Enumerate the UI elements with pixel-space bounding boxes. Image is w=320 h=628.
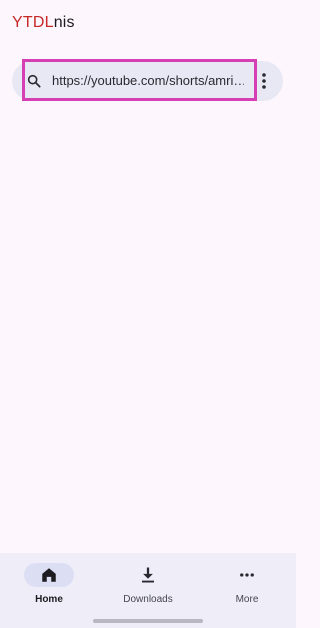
nav-label-downloads: Downloads [123, 594, 173, 605]
nav-label-home: Home [35, 594, 63, 605]
home-icon [40, 566, 58, 584]
app-title-brand: YTDL [12, 14, 54, 31]
search-input[interactable]: https://youtube.com/shorts/amri… [52, 73, 244, 89]
nav-label-more: More [235, 594, 259, 605]
download-icon [139, 566, 157, 584]
nav-item-home[interactable]: Home [0, 553, 98, 628]
search-icon [26, 73, 42, 89]
app-title: YTDLnis [12, 14, 75, 32]
more-vert-icon[interactable] [258, 72, 270, 90]
bottom-navigation: Home Downloads More [0, 553, 296, 628]
app-title-rest: nis [53, 14, 75, 31]
nav-item-more[interactable]: More [198, 553, 296, 628]
more-horiz-icon [238, 566, 256, 584]
nav-item-downloads[interactable]: Downloads [99, 553, 197, 628]
gesture-navigation-bar[interactable] [93, 619, 203, 623]
